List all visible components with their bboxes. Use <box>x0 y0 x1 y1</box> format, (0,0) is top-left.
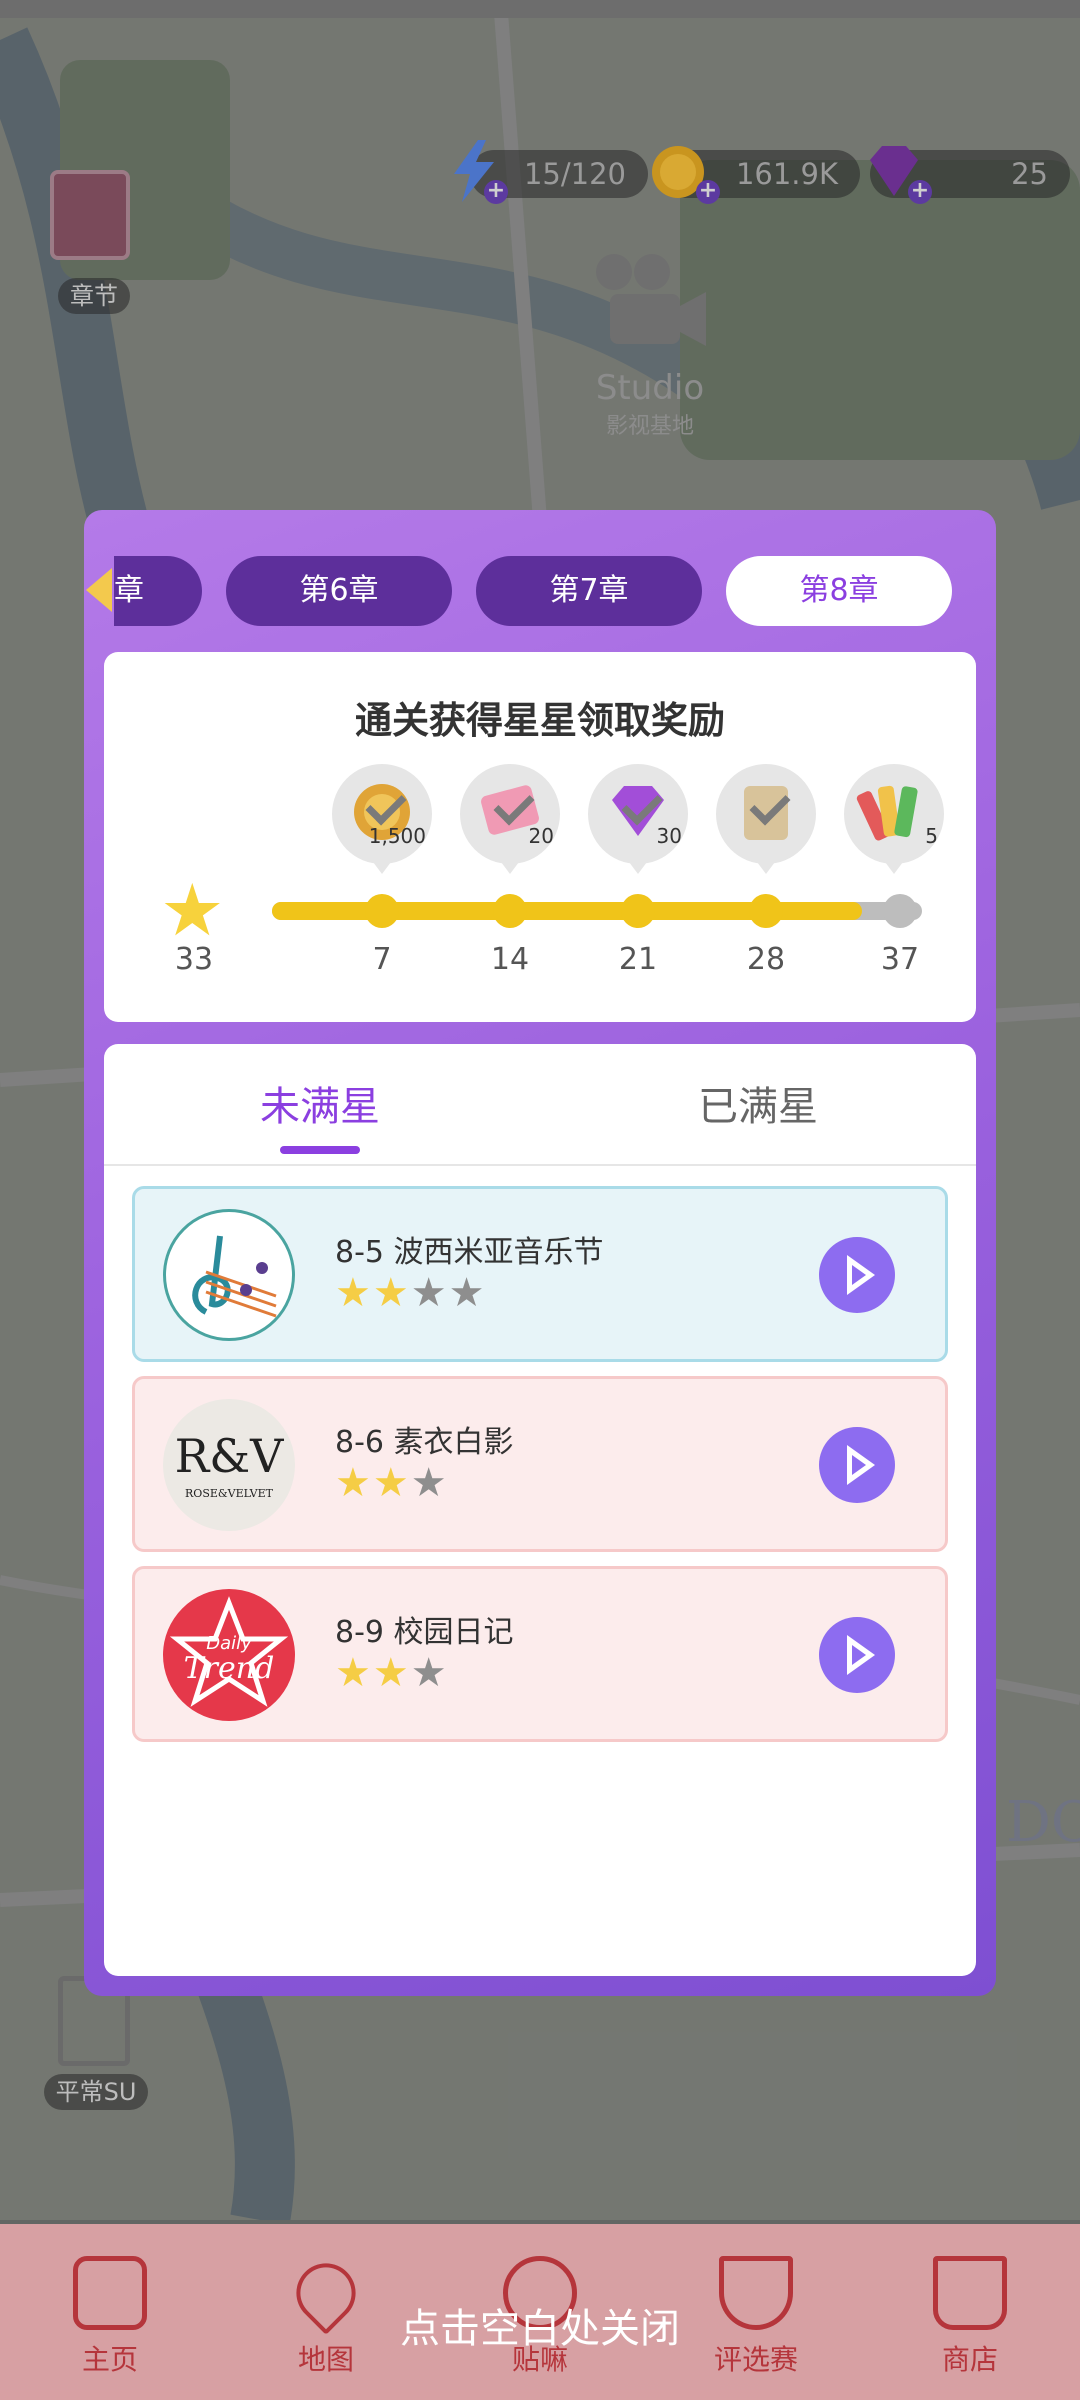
chapter-tab-6[interactable]: 第6章 <box>226 556 452 626</box>
reward-amount: 5 <box>925 824 938 848</box>
level-name: 8-6 素衣白影 <box>335 1425 514 1460</box>
gem-add-button[interactable]: + <box>908 180 932 204</box>
logo-subtext: Trend <box>183 1651 275 1686</box>
map-edge-text: DO <box>1006 1790 1080 1855</box>
chapter-tab-7[interactable]: 第7章 <box>476 556 702 626</box>
daily-trend-logo: Daily Trend <box>163 1589 295 1721</box>
reward-amount: 1,500 <box>368 824 426 848</box>
coin-add-button[interactable]: + <box>696 180 720 204</box>
tab-not-full-stars[interactable]: 未满星 <box>260 1074 380 1132</box>
progress-node <box>493 894 527 928</box>
studio-sub-label: 影视基地 <box>605 414 694 439</box>
milestone-label: 28 <box>746 942 786 977</box>
status-bar <box>0 0 1080 18</box>
progress-node <box>749 894 783 928</box>
reward-bubble-7[interactable]: 1,500 <box>332 764 432 874</box>
music-notes-logo <box>163 1209 295 1341</box>
level-row-8-9[interactable]: Daily Trend 8-9 校园日记 ★★★ <box>132 1566 948 1742</box>
milestone-label: 37 <box>880 942 920 977</box>
reward-amount: 30 <box>656 824 682 848</box>
star-reward-card: 通关获得星星领取奖励 1,500 20 30 5 ★ 33 7 14 21 28… <box>104 652 976 1022</box>
level-star-rating: ★★★ <box>335 1460 449 1506</box>
play-level-button[interactable] <box>819 1617 895 1693</box>
play-level-button[interactable] <box>819 1427 895 1503</box>
level-star-rating: ★★★★ <box>335 1270 487 1316</box>
studio-label: Studio <box>595 368 705 408</box>
tab-full-stars[interactable]: 已满星 <box>698 1074 818 1132</box>
level-row-8-5[interactable]: 8-5 波西米亚音乐节 ★★★★ <box>132 1186 948 1362</box>
chapter-tab-previous[interactable]: 章 <box>114 556 202 626</box>
chapter-tab-8[interactable]: 第8章 <box>726 556 952 626</box>
energy-add-button[interactable]: + <box>484 180 508 204</box>
progress-node <box>883 894 917 928</box>
logo-subtext: ROSE&VELVET <box>185 1487 273 1500</box>
current-star-count: 33 <box>174 942 214 977</box>
level-row-8-6[interactable]: R&V ROSE&VELVET 8-6 素衣白影 ★★★ <box>132 1376 948 1552</box>
milestone-label: 7 <box>372 942 392 977</box>
tab-divider <box>104 1164 976 1166</box>
rose-velvet-logo: R&V ROSE&VELVET <box>163 1399 295 1531</box>
reward-bubble-21[interactable]: 30 <box>588 764 688 874</box>
reward-amount: 20 <box>528 824 554 848</box>
close-hint[interactable]: 点击空白处关闭 <box>0 2296 1080 2354</box>
active-tab-indicator <box>280 1146 360 1154</box>
chapter-button-label[interactable]: 章节 <box>58 278 130 314</box>
level-star-rating: ★★★ <box>335 1650 449 1696</box>
star-icon: ★ <box>160 868 225 952</box>
logo-text: R&V <box>174 1429 284 1483</box>
level-list-card: 未满星 已满星 8-5 波西米亚音乐节 ★★★★ R&V ROSE&VELVET… <box>104 1044 976 1976</box>
play-level-button[interactable] <box>819 1237 895 1313</box>
door-label[interactable]: 平常SU <box>44 2074 148 2110</box>
level-name: 8-5 波西米亚音乐节 <box>335 1235 604 1270</box>
reward-bubble-14[interactable]: 20 <box>460 764 560 874</box>
progress-node <box>365 894 399 928</box>
color-palette-reward-icon <box>856 785 918 841</box>
reward-title: 通关获得星星领取奖励 <box>355 699 725 742</box>
studio-camera-icon[interactable] <box>590 250 710 360</box>
level-name: 8-9 校园日记 <box>335 1615 514 1650</box>
reward-bubble-28[interactable] <box>716 764 816 874</box>
milestone-label: 14 <box>490 942 530 977</box>
reward-bubble-37[interactable]: 5 <box>844 764 944 874</box>
chapter-book-icon[interactable] <box>50 170 130 260</box>
milestone-label: 21 <box>618 942 658 977</box>
progress-node <box>621 894 655 928</box>
scroll-left-arrow-icon[interactable] <box>86 568 112 612</box>
